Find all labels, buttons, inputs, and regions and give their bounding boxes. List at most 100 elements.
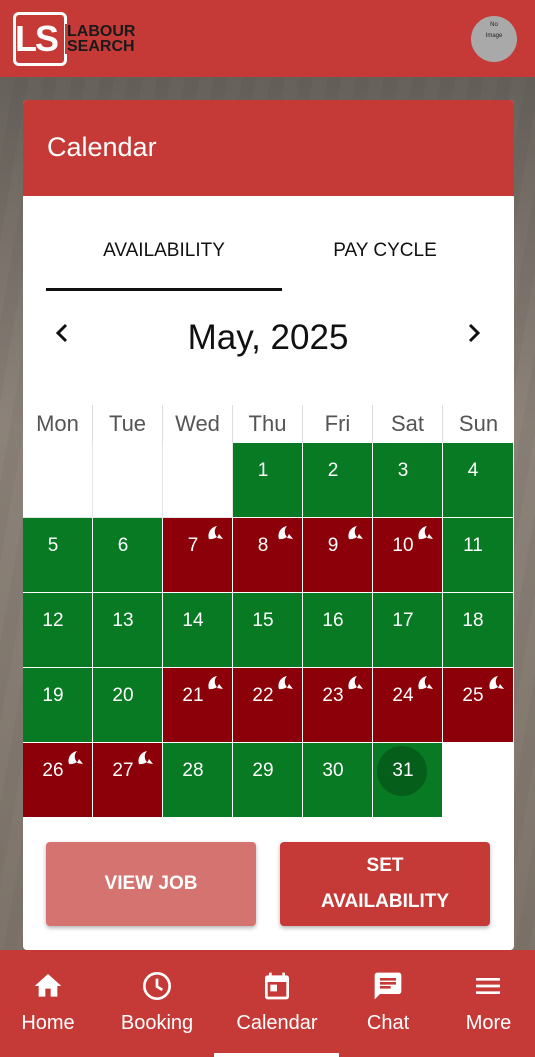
moon-icon xyxy=(486,674,506,692)
calendar-day-2[interactable]: 2 xyxy=(303,443,373,518)
day-number: 4 xyxy=(467,460,479,481)
calendar-day-27[interactable]: 27 xyxy=(93,743,163,818)
nav-more-label: More xyxy=(465,1012,512,1034)
calendar-day-10[interactable]: 10 xyxy=(373,518,443,593)
nav-more[interactable]: More xyxy=(442,950,535,1057)
tab-availability[interactable]: AVAILABILITY xyxy=(46,240,282,262)
next-month-button[interactable] xyxy=(465,318,483,356)
active-tab-indicator xyxy=(46,288,282,291)
nav-calendar[interactable]: Calendar xyxy=(220,950,334,1057)
calendar-day-7[interactable]: 7 xyxy=(163,518,233,593)
calendar-day-24[interactable]: 24 xyxy=(373,668,443,743)
tab-pay-cycle[interactable]: PAY CYCLE xyxy=(275,240,495,262)
calendar-day-11[interactable]: 11 xyxy=(443,518,514,593)
view-job-button[interactable]: VIEW JOB xyxy=(46,842,256,926)
logo-monogram: LS xyxy=(15,18,59,59)
day-number: 13 xyxy=(112,610,134,631)
calendar-day-29[interactable]: 29 xyxy=(233,743,303,818)
moon-icon xyxy=(65,749,85,767)
calendar-day-17[interactable]: 17 xyxy=(373,593,443,668)
calendar-empty-cell xyxy=(93,443,163,518)
calendar-day-13[interactable]: 13 xyxy=(93,593,163,668)
previous-month-button[interactable] xyxy=(53,318,71,356)
avatar[interactable]: No Image xyxy=(471,16,517,62)
avatar-text-1: No xyxy=(490,22,498,28)
moon-icon xyxy=(415,674,435,692)
day-number: 30 xyxy=(322,760,344,781)
chevron-right-icon xyxy=(468,323,481,343)
set-availability-label-2: AVAILABILITY xyxy=(320,891,450,912)
weekday-thu: Thu xyxy=(233,405,303,443)
day-number: 6 xyxy=(117,535,129,556)
moon-icon xyxy=(275,674,295,692)
bottom-navigation: Home Booking Calendar Chat More xyxy=(0,950,535,1057)
weekday-header: Mon Tue Wed Thu Fri Sat Sun xyxy=(23,405,514,443)
calendar-day-9[interactable]: 9 xyxy=(303,518,373,593)
nav-calendar-label: Calendar xyxy=(236,1012,318,1034)
weekday-wed: Wed xyxy=(163,405,233,443)
nav-booking[interactable]: Booking xyxy=(107,950,207,1057)
calendar-day-30[interactable]: 30 xyxy=(303,743,373,818)
set-availability-button[interactable]: SET AVAILABILITY xyxy=(280,842,490,926)
page-title: Calendar xyxy=(47,132,157,162)
logo-word-2: SEARCH xyxy=(67,38,135,55)
logo-wordmark: LABOUR SEARCH xyxy=(65,23,138,55)
calendar-day-25[interactable]: 25 xyxy=(443,668,514,743)
moon-icon xyxy=(345,674,365,692)
calendar-empty-cell xyxy=(163,443,233,518)
day-number: 31 xyxy=(392,760,414,781)
day-number: 18 xyxy=(462,610,484,631)
day-number: 16 xyxy=(322,610,344,631)
month-label: May, 2025 xyxy=(187,318,349,357)
set-availability-label-1: SET xyxy=(366,855,404,876)
calendar-empty-cell xyxy=(443,743,514,818)
calendar-day-28[interactable]: 28 xyxy=(163,743,233,818)
calendar-day-20[interactable]: 20 xyxy=(93,668,163,743)
home-icon xyxy=(34,974,62,997)
logo-word-1: LABOUR xyxy=(67,23,136,40)
nav-home-label: Home xyxy=(21,1012,75,1034)
calendar-day-6[interactable]: 6 xyxy=(93,518,163,593)
calendar-day-26[interactable]: 26 xyxy=(23,743,93,818)
labour-search-logo[interactable]: LS LABOUR SEARCH xyxy=(13,12,148,66)
day-number: 1 xyxy=(257,460,269,481)
calendar-day-12[interactable]: 12 xyxy=(23,593,93,668)
day-number: 11 xyxy=(463,535,483,556)
day-number: 20 xyxy=(112,685,134,706)
calendar-day-1[interactable]: 1 xyxy=(233,443,303,518)
day-number: 2 xyxy=(327,460,339,481)
active-nav-indicator xyxy=(214,1053,339,1057)
weekday-sun: Sun xyxy=(458,411,499,436)
chevron-left-icon xyxy=(55,323,68,343)
calendar-grid: 1 2 3 4 5 6 7 8 9 10 11 12 13 14 15 16 17 18 19 20 21 22 23 24 2… xyxy=(23,443,514,818)
calendar-day-5[interactable]: 5 xyxy=(23,518,93,593)
calendar-day-22[interactable]: 22 xyxy=(233,668,303,743)
calendar-icon xyxy=(265,972,289,1000)
calendar-day-3[interactable]: 3 xyxy=(373,443,443,518)
calendar-day-31[interactable]: 31 xyxy=(373,743,443,818)
calendar-day-23[interactable]: 23 xyxy=(303,668,373,743)
nav-chat[interactable]: Chat xyxy=(345,950,431,1057)
calendar-day-15[interactable]: 15 xyxy=(233,593,303,668)
calendar-day-19[interactable]: 19 xyxy=(23,668,93,743)
day-number: 5 xyxy=(47,535,59,556)
clock-icon xyxy=(143,972,171,1000)
avatar-text-2: Image xyxy=(485,33,503,39)
calendar-day-18[interactable]: 18 xyxy=(443,593,514,668)
nav-booking-label: Booking xyxy=(120,1012,194,1034)
calendar-day-16[interactable]: 16 xyxy=(303,593,373,668)
day-number: 3 xyxy=(397,460,409,481)
moon-icon xyxy=(275,524,295,542)
calendar-day-21[interactable]: 21 xyxy=(163,668,233,743)
calendar-day-4[interactable]: 4 xyxy=(443,443,514,518)
nav-home[interactable]: Home xyxy=(0,950,96,1057)
calendar-empty-cell xyxy=(23,443,93,518)
weekday-sat: Sat xyxy=(373,405,443,443)
chat-icon xyxy=(374,972,402,1000)
weekday-fri: Fri xyxy=(303,405,373,443)
calendar-day-8[interactable]: 8 xyxy=(233,518,303,593)
moon-icon xyxy=(205,674,225,692)
moon-icon xyxy=(135,749,155,767)
calendar-day-14[interactable]: 14 xyxy=(163,593,233,668)
menu-icon xyxy=(476,978,500,994)
